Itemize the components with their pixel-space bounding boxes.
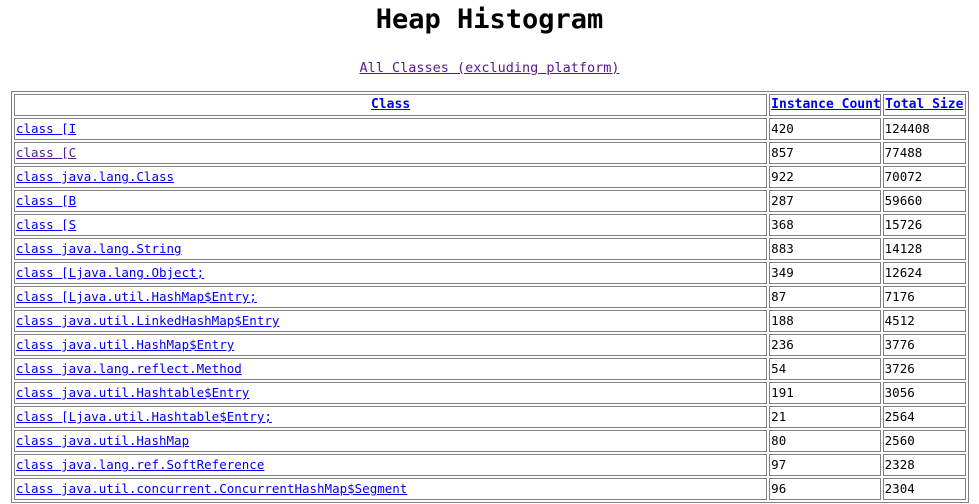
class-link[interactable]: class java.util.HashMap$Entry [16, 337, 234, 352]
total-size-cell: 3056 [882, 382, 966, 404]
instance-count-cell: 80 [769, 430, 881, 452]
class-link[interactable]: class java.util.LinkedHashMap$Entry [16, 313, 279, 328]
table-row: class [I 420 124408 [14, 118, 966, 140]
table-row: class java.util.HashMap 80 2560 [14, 430, 966, 452]
class-cell: class java.lang.reflect.Method [14, 358, 768, 380]
class-link[interactable]: class java.util.HashMap [16, 433, 189, 448]
total-size-cell: 124408 [882, 118, 966, 140]
total-size-cell: 3726 [882, 358, 966, 380]
class-cell: class [C [14, 142, 768, 164]
instance-count-cell: 922 [769, 166, 881, 188]
table-row: class java.lang.reflect.Method 54 3726 [14, 358, 966, 380]
instance-count-cell: 191 [769, 382, 881, 404]
instance-count-cell: 96 [769, 478, 881, 500]
class-cell: class [S [14, 214, 768, 236]
class-cell: class java.util.HashMap$Entry [14, 334, 768, 356]
total-size-cell: 77488 [882, 142, 966, 164]
class-cell: class [Ljava.util.Hashtable$Entry; [14, 406, 768, 428]
class-cell: class [I [14, 118, 768, 140]
class-link[interactable]: class [Ljava.lang.Object; [16, 265, 204, 280]
instance-count-cell: 188 [769, 310, 881, 332]
class-cell: class [Ljava.lang.Object; [14, 262, 768, 284]
class-cell: class [B [14, 190, 768, 212]
instance-count-cell: 349 [769, 262, 881, 284]
class-link[interactable]: class [Ljava.util.HashMap$Entry; [16, 289, 257, 304]
instance-count-cell: 21 [769, 406, 881, 428]
instance-count-cell: 857 [769, 142, 881, 164]
all-classes-link-container: All Classes (excluding platform) [0, 58, 979, 78]
total-size-cell: 7176 [882, 286, 966, 308]
total-size-cell: 15726 [882, 214, 966, 236]
total-size-column-header: Total Size [882, 94, 966, 116]
class-cell: class java.lang.ref.SoftReference [14, 454, 768, 476]
class-cell: class java.util.HashMap [14, 430, 768, 452]
class-link[interactable]: class [B [16, 193, 76, 208]
instance-count-cell: 287 [769, 190, 881, 212]
table-row: class java.lang.Class 922 70072 [14, 166, 966, 188]
class-cell: class java.util.LinkedHashMap$Entry [14, 310, 768, 332]
table-row: class java.util.LinkedHashMap$Entry 188 45… [14, 310, 966, 332]
sort-by-total-size-link[interactable]: Total Size [885, 97, 963, 112]
page-title: Heap Histogram [375, 4, 604, 35]
class-column-header: Class [14, 94, 768, 116]
total-size-cell: 2560 [882, 430, 966, 452]
sort-by-instance-count-link[interactable]: Instance Count [771, 97, 879, 112]
heap-histogram-table: Class Instance Count Total Size class [I… [11, 91, 969, 503]
class-link[interactable]: class [I [16, 121, 76, 136]
table-row: class java.util.HashMap$Entry 236 3776 [14, 334, 966, 356]
class-link[interactable]: class [S [16, 217, 76, 232]
instance-count-cell: 97 [769, 454, 881, 476]
instance-count-cell: 87 [769, 286, 881, 308]
total-size-cell: 2328 [882, 454, 966, 476]
table-row: class java.util.concurrent.ConcurrentHas… [14, 478, 966, 500]
class-link[interactable]: class java.lang.String [16, 241, 182, 256]
class-cell: class java.lang.Class [14, 166, 768, 188]
class-cell: class java.util.Hashtable$Entry [14, 382, 768, 404]
table-row: class [C 857 77488 [14, 142, 966, 164]
class-link[interactable]: class java.lang.Class [16, 169, 174, 184]
class-link[interactable]: class [Ljava.util.Hashtable$Entry; [16, 409, 272, 424]
total-size-cell: 59660 [882, 190, 966, 212]
class-cell: class java.lang.String [14, 238, 768, 260]
table-row: class [B 287 59660 [14, 190, 966, 212]
total-size-cell: 14128 [882, 238, 966, 260]
class-link[interactable]: class java.util.Hashtable$Entry [16, 385, 249, 400]
table-row: class [Ljava.util.HashMap$Entry; 87 7176 [14, 286, 966, 308]
total-size-cell: 3776 [882, 334, 966, 356]
table-body: class [I 420 124408 class [C 857 77488 class j… [14, 118, 966, 500]
instance-count-cell: 54 [769, 358, 881, 380]
table-row: class [Ljava.lang.Object; 349 12624 [14, 262, 966, 284]
table-row: class [Ljava.util.Hashtable$Entry; 21 2564 [14, 406, 966, 428]
all-classes-link[interactable]: All Classes (excluding platform) [359, 60, 619, 76]
instance-count-column-header: Instance Count [769, 94, 881, 116]
instance-count-cell: 368 [769, 214, 881, 236]
table-row: class java.util.Hashtable$Entry 191 3056 [14, 382, 966, 404]
instance-count-cell: 420 [769, 118, 881, 140]
table-row: class java.lang.ref.SoftReference 97 2328 [14, 454, 966, 476]
class-cell: class [Ljava.util.HashMap$Entry; [14, 286, 768, 308]
total-size-cell: 2564 [882, 406, 966, 428]
table-header-row: Class Instance Count Total Size [14, 94, 966, 116]
instance-count-cell: 236 [769, 334, 881, 356]
instance-count-cell: 883 [769, 238, 881, 260]
sort-by-class-link[interactable]: Class [371, 97, 410, 112]
total-size-cell: 12624 [882, 262, 966, 284]
class-cell: class java.util.concurrent.ConcurrentHas… [14, 478, 768, 500]
class-link[interactable]: class java.util.concurrent.ConcurrentHas… [16, 481, 407, 496]
total-size-cell: 70072 [882, 166, 966, 188]
table-row: class java.lang.String 883 14128 [14, 238, 966, 260]
class-link[interactable]: class java.lang.reflect.Method [16, 361, 242, 376]
table-row: class [S 368 15726 [14, 214, 966, 236]
total-size-cell: 4512 [882, 310, 966, 332]
class-link[interactable]: class java.lang.ref.SoftReference [16, 457, 264, 472]
class-link[interactable]: class [C [16, 145, 76, 160]
total-size-cell: 2304 [882, 478, 966, 500]
